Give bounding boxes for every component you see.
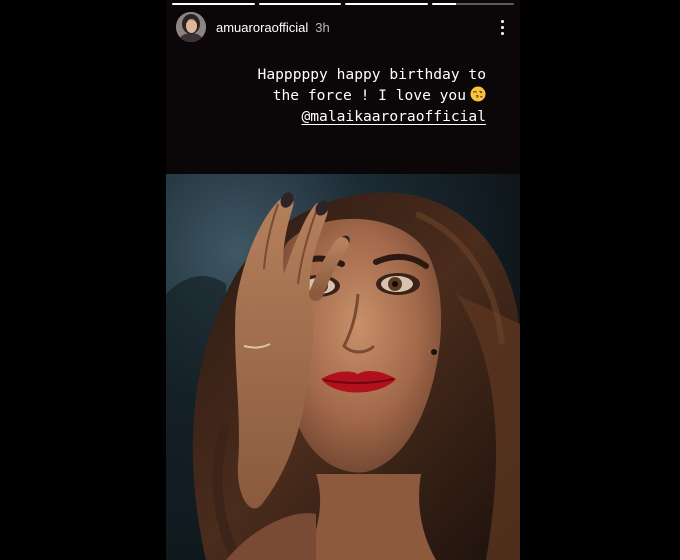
- story-header: amuaroraofficial 3h: [176, 12, 512, 42]
- avatar[interactable]: [176, 12, 206, 42]
- page-background: amuaroraofficial 3h Happpppy happy birth…: [0, 0, 680, 560]
- caption-line-2: the force ! I love you: [272, 87, 466, 104]
- post-time: 3h: [315, 19, 330, 35]
- mention-link[interactable]: @malaikaaroraofficial: [301, 108, 486, 125]
- username[interactable]: amuaroraofficial: [216, 20, 308, 35]
- story-caption: Happpppy happy birthday to the force ! I…: [166, 64, 486, 127]
- portrait-photo: [166, 174, 520, 560]
- story-progress-bars: [172, 3, 514, 5]
- instagram-story[interactable]: amuaroraofficial 3h Happpppy happy birth…: [166, 0, 520, 560]
- story-progress-segment: [431, 3, 514, 5]
- kissing-face-icon: [470, 86, 486, 102]
- story-progress-segment: [345, 3, 428, 5]
- story-progress-segment: [258, 3, 341, 5]
- story-progress-segment: [172, 3, 255, 5]
- caption-line-1: Happpppy happy birthday to: [257, 66, 486, 83]
- vertical-ellipsis-icon[interactable]: [492, 15, 512, 39]
